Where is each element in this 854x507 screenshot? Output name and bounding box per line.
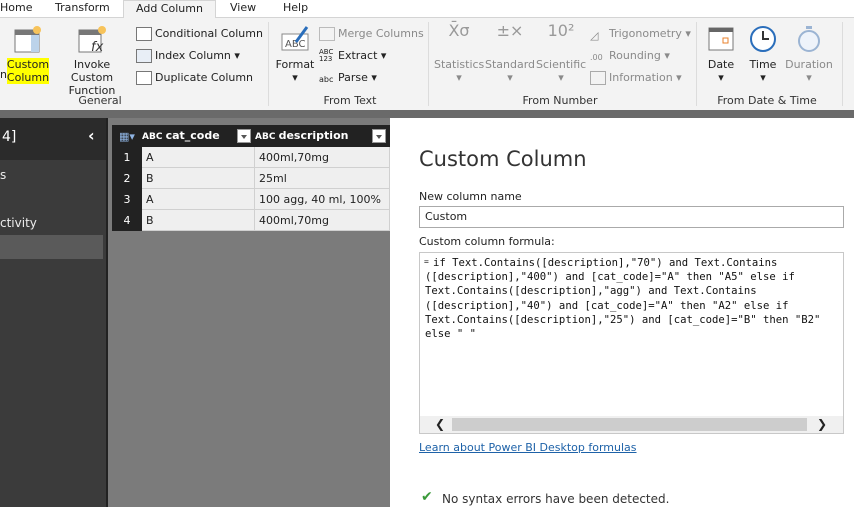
tab-add-column[interactable]: Add Column — [123, 0, 216, 19]
calendar-icon — [708, 27, 734, 51]
column-header-cat-code[interactable]: ABC cat_code — [141, 125, 255, 147]
filter-dropdown-icon[interactable] — [372, 129, 386, 143]
time-button[interactable]: Time ▾ — [745, 24, 781, 84]
stopwatch-icon — [798, 26, 820, 52]
duplicate-column-icon — [136, 71, 152, 85]
clock-icon — [750, 26, 776, 52]
scroll-left-icon[interactable]: ❮ — [435, 417, 445, 431]
table-menu-icon[interactable]: ▦▾ — [112, 125, 142, 147]
custom-column-button[interactable]: Custom Column — [6, 24, 50, 84]
merge-columns-icon — [319, 27, 335, 41]
scrollbar-thumb[interactable] — [452, 418, 807, 431]
table-row: 4 B 400ml,70mg — [112, 209, 390, 231]
standard-button[interactable]: ±× Standard ▾ — [485, 21, 535, 85]
merge-columns-button[interactable]: Merge Columns — [319, 25, 424, 43]
queries-pane — [0, 118, 107, 507]
extract-icon: ABC 123 — [319, 48, 334, 63]
syntax-status: No syntax errors have been detected. — [442, 492, 670, 506]
column-name-label: New column name — [419, 190, 522, 203]
ribbon: n Custom Column fx Invoke Custom Function … — [0, 18, 854, 110]
tab-home[interactable]: Home — [0, 0, 32, 18]
invoke-custom-function-button[interactable]: fx Invoke Custom Function — [53, 24, 131, 97]
standard-icon: ±× — [496, 21, 524, 40]
dialog-title: Custom Column — [419, 147, 587, 171]
parse-button[interactable]: abc Parse ▾ — [319, 69, 377, 87]
duplicate-column-button[interactable]: Duplicate Column — [136, 69, 253, 87]
query-item[interactable]: s — [0, 168, 6, 182]
tab-help[interactable]: Help — [283, 0, 308, 18]
table-row: 3 A 100 agg, 40 ml, 100% — [112, 188, 390, 210]
custom-column-icon — [14, 26, 41, 53]
parse-icon: abc — [319, 75, 334, 84]
table-row: 2 B 25ml — [112, 167, 390, 189]
group-label-general: General — [78, 94, 122, 107]
information-icon — [590, 71, 606, 85]
collapse-chevron-icon[interactable]: ‹ — [88, 126, 95, 145]
column-header-description[interactable]: ABC description — [254, 125, 390, 147]
formula-bar-strip — [0, 110, 854, 118]
group-label-from-number: From Number — [522, 94, 598, 107]
query-item[interactable]: ctivity — [0, 216, 37, 230]
rounding-icon: .00 — [590, 53, 603, 62]
formula-editor[interactable]: = if Text.Contains([description],"70") an… — [419, 252, 844, 434]
table-row: 1 A 400ml,70mg — [112, 146, 390, 168]
queries-title: 4] — [2, 129, 17, 145]
query-item-selected[interactable] — [0, 235, 103, 259]
tab-view[interactable]: View — [230, 0, 256, 18]
checkmark-icon: ✔ — [421, 489, 433, 505]
rounding-button[interactable]: .00 Rounding ▾ — [590, 47, 670, 65]
index-column-button[interactable]: Index Column ▾ — [136, 47, 240, 65]
text-type-icon: ABC — [255, 132, 279, 142]
scroll-right-icon[interactable]: ❯ — [817, 417, 827, 431]
format-icon: ABC — [281, 26, 309, 51]
trigonometry-icon: ◿ — [590, 29, 599, 42]
column-name-input[interactable]: Custom — [419, 206, 844, 228]
extract-button[interactable]: ABC 123 Extract ▾ — [319, 47, 386, 65]
function-icon: fx — [78, 26, 106, 54]
scientific-button[interactable]: 10² Scientific ▾ — [536, 21, 586, 85]
conditional-column-button[interactable]: Conditional Column — [136, 25, 263, 43]
data-table: ▦▾ ABC cat_code ABC description 1 A 400ml,… — [112, 125, 390, 231]
format-button[interactable]: ABC Format ▾ — [274, 24, 316, 84]
svg-text:fx: fx — [91, 40, 104, 54]
group-label-from-date-time: From Date & Time — [717, 94, 817, 107]
horizontal-scrollbar[interactable]: ❮ ❯ — [420, 416, 843, 433]
text-type-icon: ABC — [142, 132, 166, 142]
duration-button[interactable]: Duration ▾ — [784, 24, 834, 84]
formula-label: Custom column formula: — [419, 235, 555, 248]
statistics-button[interactable]: X̄σ Statistics ▾ — [434, 21, 484, 85]
queries-pane-header: 4] ‹ — [0, 118, 107, 160]
trigonometry-button[interactable]: ◿ Trigonometry ▾ — [590, 25, 691, 43]
statistics-icon: X̄σ — [448, 21, 470, 40]
date-button[interactable]: Date ▾ — [702, 24, 740, 84]
scientific-icon: 10² — [547, 21, 575, 40]
learn-formulas-link[interactable]: Learn about Power BI Desktop formulas — [419, 441, 637, 454]
index-column-icon — [136, 49, 152, 63]
group-label-from-text: From Text — [323, 94, 377, 107]
filter-dropdown-icon[interactable] — [237, 129, 251, 143]
conditional-column-icon — [136, 27, 152, 41]
ribbon-tabs: Home Transform Add Column View Help — [0, 0, 854, 19]
information-button[interactable]: Information ▾ — [590, 69, 682, 87]
tab-transform[interactable]: Transform — [55, 0, 110, 18]
